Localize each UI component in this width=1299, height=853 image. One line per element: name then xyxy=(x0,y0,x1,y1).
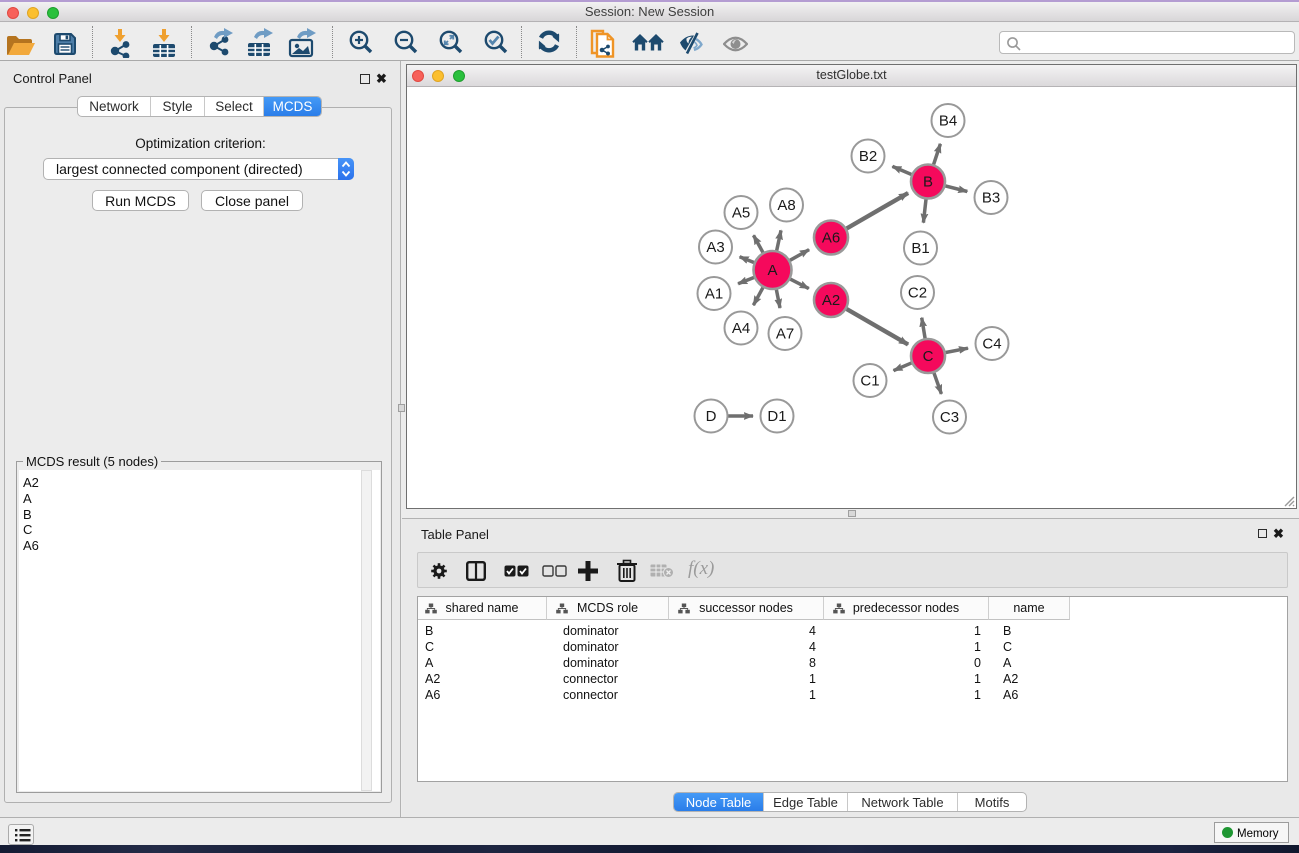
svg-text:C2: C2 xyxy=(908,285,927,302)
svg-text:A8: A8 xyxy=(777,197,795,214)
svg-text:A: A xyxy=(767,262,777,279)
svg-text:D: D xyxy=(706,408,717,425)
svg-text:A7: A7 xyxy=(776,326,794,343)
svg-text:B: B xyxy=(923,174,933,191)
svg-text:B4: B4 xyxy=(939,113,957,130)
svg-text:D1: D1 xyxy=(767,408,786,425)
svg-text:A6: A6 xyxy=(822,230,840,247)
svg-text:A3: A3 xyxy=(706,239,724,256)
svg-text:B2: B2 xyxy=(859,148,877,165)
svg-text:B3: B3 xyxy=(982,190,1000,207)
svg-text:B1: B1 xyxy=(911,240,929,257)
svg-text:C: C xyxy=(923,348,934,365)
svg-text:A5: A5 xyxy=(732,205,750,222)
svg-text:A2: A2 xyxy=(822,292,840,309)
svg-text:C4: C4 xyxy=(982,336,1001,353)
svg-text:A1: A1 xyxy=(705,286,723,303)
svg-text:C3: C3 xyxy=(940,409,959,426)
svg-text:A4: A4 xyxy=(732,320,750,337)
svg-text:C1: C1 xyxy=(860,373,879,390)
